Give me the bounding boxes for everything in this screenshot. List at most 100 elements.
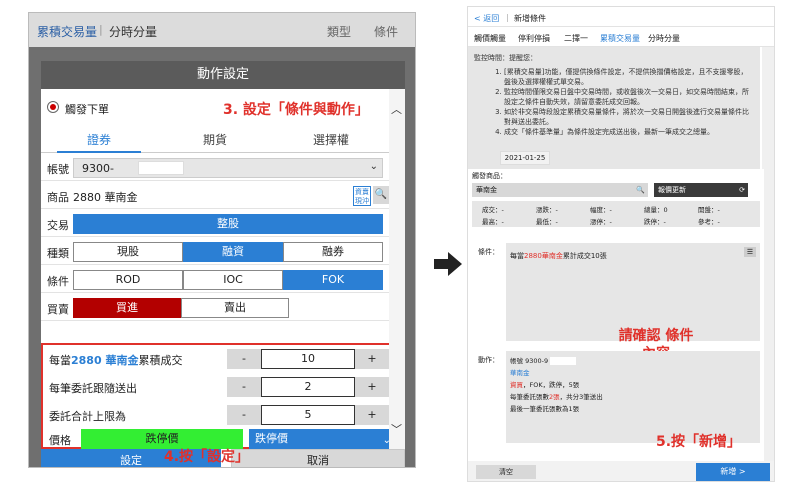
date-field[interactable]: 2021-01-25 <box>500 151 550 165</box>
kind-cash-button[interactable]: 現股 <box>73 242 183 262</box>
tab-either-or[interactable]: 二擇一 <box>564 33 588 44</box>
cond-text-prefix: 每當 <box>510 252 524 260</box>
total-limit-plus-button[interactable]: + <box>355 405 389 425</box>
total-limit-minus-button[interactable]: - <box>227 405 261 425</box>
account-label: 帳號 <box>47 163 69 176</box>
search-icon[interactable]: 🔍 <box>636 183 645 197</box>
condition-form: 觸發商品： 華南金 🔍 報價更新 ⟳ 成交：- 漲跌：- 幅度：- 總量：0 開… <box>468 169 764 461</box>
add-button[interactable]: 新增 > <box>696 463 770 481</box>
total-limit-input[interactable]: 5 <box>261 405 355 425</box>
account-select[interactable]: 9300- ⌄ <box>73 158 383 178</box>
cancel-button[interactable]: 取消 <box>231 449 405 467</box>
per-order-plus-button[interactable]: + <box>355 377 389 397</box>
tab-cumulative-volume[interactable]: 累積交易量 <box>600 33 640 44</box>
action-line2-post: ，共分3筆送出 <box>559 393 603 401</box>
action-line2: 每筆委託張數2張，共分3筆送出 <box>510 391 603 403</box>
bg-column-type: 類型 <box>327 25 352 39</box>
quote-panel: 成交：- 漲跌：- 幅度：- 總量：0 開盤：- 最高：- 最低：- 漲停：- … <box>472 201 760 227</box>
tab-options[interactable]: 選擇權 <box>273 131 389 148</box>
quote-refresh-label: 報價更新 <box>658 186 686 194</box>
action-summary: 帳號 9300-9 華南金 資買，FOK，跌停，5張 每筆委託張數2張，共分3筆… <box>506 351 760 443</box>
product-search-input[interactable]: 華南金 🔍 <box>472 183 648 197</box>
cumulative-suffix: 累積成交 <box>138 354 183 367</box>
cumulative-prefix: 每當 <box>49 354 71 367</box>
trigger-order-radio[interactable] <box>47 101 59 113</box>
market-tabs: 證券 期貨 選擇權 <box>41 127 389 153</box>
active-tab-indicator <box>57 151 141 153</box>
action-line1-hl: 資買 <box>510 381 523 389</box>
tab-price-volume[interactable]: 觸價觸量 <box>474 33 506 44</box>
cond-rod-button[interactable]: ROD <box>73 270 183 290</box>
step3-annotation: 3. 設定「條件與動作」 <box>223 102 369 118</box>
cumulative-stock: 2880 華南金 <box>71 354 139 367</box>
action-line3: 最後一筆委託張數為1張 <box>510 405 580 413</box>
quote-low: 最低：- <box>536 218 558 226</box>
action-product: 華南金 <box>510 369 530 377</box>
per-order-input[interactable]: 2 <box>261 377 355 397</box>
condition-label: 條件： <box>478 248 499 256</box>
kind-short-button[interactable]: 融券 <box>283 242 383 262</box>
product-value: 2880 華南金 <box>73 191 138 204</box>
note-item: 監控時間僅限交易日盤中交易時間，或收盤後次一交易日，如交易時間結束，所設定之條件… <box>504 87 754 107</box>
side-row: 買賣 買進 賣出 <box>41 295 389 321</box>
trade-row: 交易 整股 <box>41 211 389 237</box>
cond-ioc-button[interactable]: IOC <box>183 270 283 290</box>
price-label: 價格 <box>49 434 71 447</box>
step4-annotation: 4.按「設定」 <box>164 449 250 465</box>
dialog-scrollbar[interactable] <box>389 89 405 449</box>
trigger-order-label: 觸發下單 <box>65 103 109 116</box>
order-condition-label: 條件 <box>47 275 69 288</box>
cumulative-volume-row: 每當2880 華南金累積成交 - 10 + 張 <box>49 349 389 369</box>
bg-tab-cumulative-volume: 累積交易量 <box>37 25 98 39</box>
day-trade-badge: 資賣現沖 <box>353 186 371 206</box>
arrow-right-icon <box>434 252 462 276</box>
quote-change: 漲跌：- <box>536 206 558 214</box>
trigger-order-row: 觸發下單 3. 設定「條件與動作」 <box>41 95 389 119</box>
quote-limit-down: 跌停：- <box>644 218 666 226</box>
quote-refresh-button[interactable]: 報價更新 ⟳ <box>654 183 748 197</box>
volume-input[interactable]: 10 <box>261 349 355 369</box>
trade-label: 交易 <box>47 219 69 232</box>
price-type-select[interactable]: 跌停價⌄ <box>249 429 389 449</box>
quote-volume: 總量：0 <box>644 206 668 214</box>
search-icon[interactable]: 🔍 <box>373 186 389 204</box>
right-tabs: 觸價觸量 停利停損 二擇一 累積交易量 分時分量 <box>468 27 774 47</box>
action-account-value: 帳號 9300-9 <box>510 357 549 365</box>
per-order-minus-button[interactable]: - <box>227 377 261 397</box>
product-label: 商品 <box>47 191 69 204</box>
per-order-label: 每筆委託跟隨送出 <box>49 382 137 395</box>
cond-fok-button[interactable]: FOK <box>283 270 383 290</box>
step5-annotation: 5.按「新增」 <box>656 434 742 450</box>
product-input-value: 華南金 <box>476 186 497 194</box>
header-separator: | <box>506 13 509 22</box>
account-redaction <box>550 357 577 365</box>
tab-futures[interactable]: 期貨 <box>157 131 273 148</box>
action-line1: 資買，FOK，跌停，5張 <box>510 379 579 391</box>
sell-button[interactable]: 賣出 <box>181 298 289 318</box>
chevron-up-icon[interactable]: ︿ <box>391 101 402 117</box>
action-line2-pre: 每筆委託張數 <box>510 393 549 401</box>
tab-securities[interactable]: 證券 <box>41 131 157 148</box>
quote-last: 成交：- <box>482 206 504 214</box>
per-order-row: 每筆委託跟隨送出 - 2 + 張 <box>49 377 389 397</box>
tab-time-volume[interactable]: 分時分量 <box>648 33 680 44</box>
action-account: 帳號 9300-9 <box>510 355 577 367</box>
buy-button[interactable]: 買進 <box>73 298 181 318</box>
kind-label: 種類 <box>47 247 69 260</box>
chevron-down-icon[interactable]: ﹀ <box>391 421 402 437</box>
order-condition-row: 條件 ROD IOC FOK <box>41 267 389 293</box>
clear-button[interactable]: 清空 <box>476 465 536 479</box>
kind-margin-button[interactable]: 融資 <box>183 242 283 262</box>
note-item: 成交「條件基準量」為條件設定完成送出後，最新一筆成交之總量。 <box>504 127 754 137</box>
note-item: [累積交易量]功能，僅提供換條件設定，不提供換擋價格設定，且不支援零股，盤後及選… <box>504 67 754 87</box>
back-link[interactable]: < 返回 <box>474 13 499 24</box>
volume-plus-button[interactable]: + <box>355 349 389 369</box>
action-settings-dialog: 動作設定 觸發下單 3. 設定「條件與動作」 證券 期貨 選擇權 帳號 9300… <box>41 61 405 467</box>
trade-whole-lot-button[interactable]: 整股 <box>73 214 383 234</box>
account-row: 帳號 9300- ⌄ <box>41 155 389 181</box>
volume-minus-button[interactable]: - <box>227 349 261 369</box>
tab-stop-profit-loss[interactable]: 停利停損 <box>518 33 550 44</box>
list-icon[interactable]: ☰ <box>744 247 756 257</box>
right-header: < 返回 | 新增條件 <box>468 7 774 27</box>
chevron-down-icon: ⌄ <box>369 161 378 172</box>
